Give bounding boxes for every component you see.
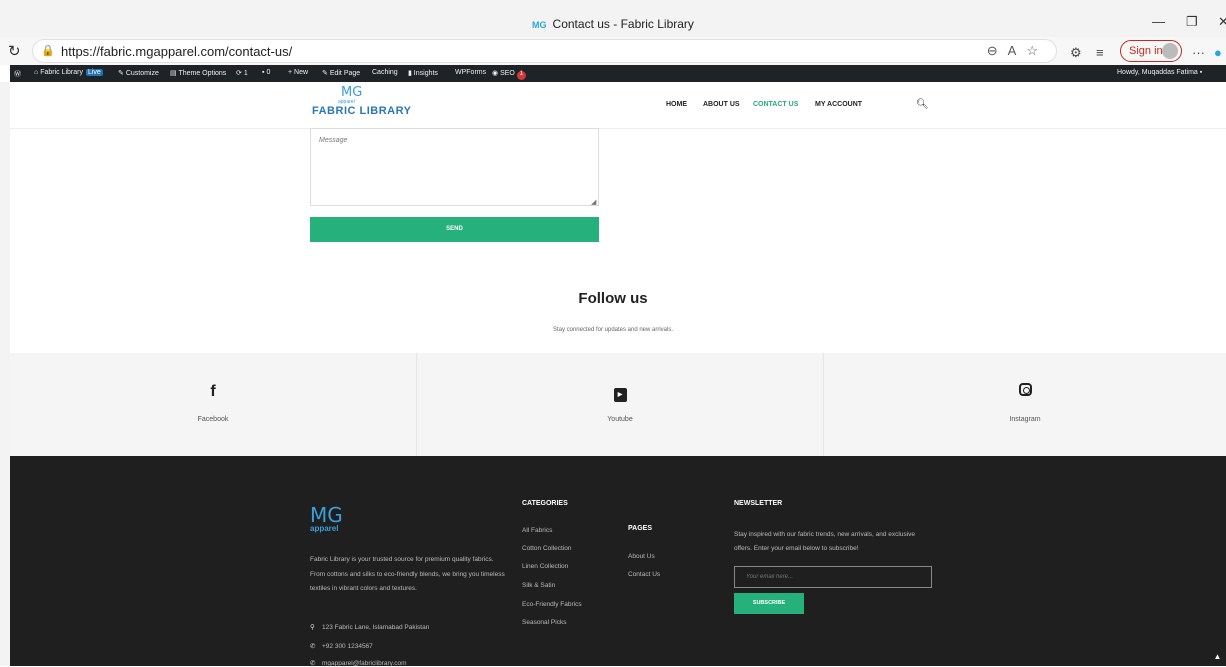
category-link[interactable]: Seasonal Picks [522, 619, 566, 626]
instagram-icon[interactable] [824, 383, 1226, 401]
social-label[interactable]: Youtube [417, 416, 823, 423]
newsletter-email-input[interactable] [734, 566, 932, 588]
message-field[interactable] [310, 128, 599, 206]
url-text[interactable]: https://fabric.mgapparel.com/contact-us/ [61, 44, 292, 59]
social-row: f Facebook ▶ Youtube Instagram [10, 353, 1226, 456]
social-label[interactable]: Facebook [10, 416, 416, 423]
category-link[interactable]: Linen Collection [522, 563, 568, 570]
facebook-icon[interactable]: f [10, 383, 416, 401]
admin-site-link[interactable]: ⌂ Fabric Library Live [34, 69, 103, 76]
address-toolbar: ↻ 🔒 https://fabric.mgapparel.com/contact… [0, 37, 1226, 65]
logo-text[interactable]: FABRIC LIBRARY [312, 105, 411, 117]
wp-admin-bar: Ⓦ ⌂ Fabric Library Live ✎ Customize ▤ The… [10, 65, 1226, 82]
follow-title: Follow us [578, 290, 648, 307]
minimize-icon[interactable]: — [1152, 14, 1165, 29]
admin-new[interactable]: + New [288, 69, 308, 76]
search-icon[interactable]: 🔍︎ [916, 99, 929, 110]
footer-logo-sub[interactable]: apparel [310, 524, 338, 533]
youtube-icon[interactable]: ▶ [417, 383, 823, 402]
zoom-icon[interactable]: ⊖ [987, 43, 1008, 58]
admin-howdy[interactable]: Howdy, Muqaddas Fatima ▪ [1117, 69, 1202, 76]
browser-title-bar: MG Contact us - Fabric Library — ❐ ✕ [0, 0, 1226, 37]
admin-comments[interactable]: ▪ 0 [262, 69, 270, 76]
social-instagram[interactable]: Instagram [824, 353, 1226, 456]
wordpress-icon[interactable]: Ⓦ [14, 69, 21, 79]
footer-address: ⚲ 123 Fabric Lane, Islamabad Pakistan [310, 624, 430, 631]
admin-wpforms[interactable]: WPForms [455, 69, 486, 76]
scroll-to-top-icon[interactable]: ▲ [1209, 648, 1226, 666]
social-facebook[interactable]: f Facebook [10, 353, 417, 456]
window-title: MG Contact us - Fabric Library [0, 17, 1226, 31]
favorites-icon[interactable]: ≡ [1096, 45, 1104, 60]
site-footer: MG apparel Fabric Library is your truste… [10, 456, 1226, 667]
more-icon[interactable]: ··· [1192, 45, 1205, 60]
avatar-icon [1162, 43, 1178, 59]
extensions-icon[interactable]: ⚙ [1070, 45, 1082, 61]
logo-mg[interactable]: MG [341, 85, 362, 100]
site-header: MG apparel FABRIC LIBRARY HOME ABOUT US … [10, 82, 1226, 129]
sign-in-button[interactable]: Sign in [1120, 40, 1182, 62]
nav-my-account[interactable]: MY ACCOUNT [815, 101, 862, 108]
footer-about: Fabric Library is your trusted source fo… [310, 556, 505, 592]
social-youtube[interactable]: ▶ Youtube [417, 353, 824, 456]
read-aloud-icon[interactable]: A [1008, 43, 1027, 58]
admin-edit-page[interactable]: ✎ Edit Page [322, 69, 360, 77]
favorite-star-icon[interactable]: ☆ [1026, 43, 1048, 58]
pages-title: PAGES [628, 525, 652, 532]
page-link-contact[interactable]: Contact Us [628, 571, 660, 578]
favicon-icon: MG [532, 20, 547, 30]
phone-icon: ✆ [310, 643, 316, 650]
category-link[interactable]: All Fabrics [522, 527, 552, 534]
admin-customize[interactable]: ✎ Customize [118, 69, 159, 77]
tab-title: Contact us - Fabric Library [552, 17, 694, 31]
footer-phone: ✆ +92 300 1234567 [310, 643, 373, 650]
newsletter-text: Stay inspired with our fabric trends, ne… [734, 531, 915, 552]
category-link[interactable]: Eco-Friendly Fabrics [522, 601, 582, 608]
nav-contact-us[interactable]: CONTACT US [753, 101, 798, 108]
refresh-icon[interactable]: ↻ [8, 42, 21, 60]
admin-caching[interactable]: Caching [372, 69, 398, 76]
social-label[interactable]: Instagram [824, 416, 1226, 423]
address-bar[interactable]: 🔒 https://fabric.mgapparel.com/contact-u… [32, 39, 1057, 63]
nav-about-us[interactable]: ABOUT US [703, 101, 740, 108]
sign-in-label: Sign in [1129, 45, 1163, 57]
admin-theme-options[interactable]: ▤ Theme Options [170, 69, 226, 77]
follow-subtitle: Stay connected for updates and new arriv… [552, 327, 674, 333]
admin-seo[interactable]: ◉ SEO 1 [492, 69, 526, 80]
admin-updates[interactable]: ⟳ 1 [236, 69, 248, 77]
nav-home[interactable]: HOME [666, 101, 687, 108]
close-icon[interactable]: ✕ [1218, 14, 1226, 30]
categories-title: CATEGORIES [522, 500, 568, 507]
left-edge [0, 82, 10, 666]
lock-icon[interactable]: 🔒 [41, 44, 55, 57]
copilot-icon[interactable]: ● [1214, 45, 1222, 60]
subscribe-button[interactable]: SUBSCRIBE [734, 593, 804, 614]
address-bar-icons[interactable]: ⊖A☆ [987, 43, 1048, 59]
admin-insights[interactable]: ▮ Insights [408, 69, 438, 77]
category-link[interactable]: Silk & Satin [522, 582, 555, 589]
category-link[interactable]: Cotton Collection [522, 545, 572, 552]
location-pin-icon: ⚲ [310, 624, 315, 631]
send-button[interactable]: SEND [310, 217, 599, 242]
newsletter-title: NEWSLETTER [734, 500, 783, 507]
restore-icon[interactable]: ❐ [1186, 14, 1198, 30]
resize-grip-icon[interactable]: ◢ [591, 198, 596, 206]
page-link-about[interactable]: About Us [628, 553, 655, 560]
